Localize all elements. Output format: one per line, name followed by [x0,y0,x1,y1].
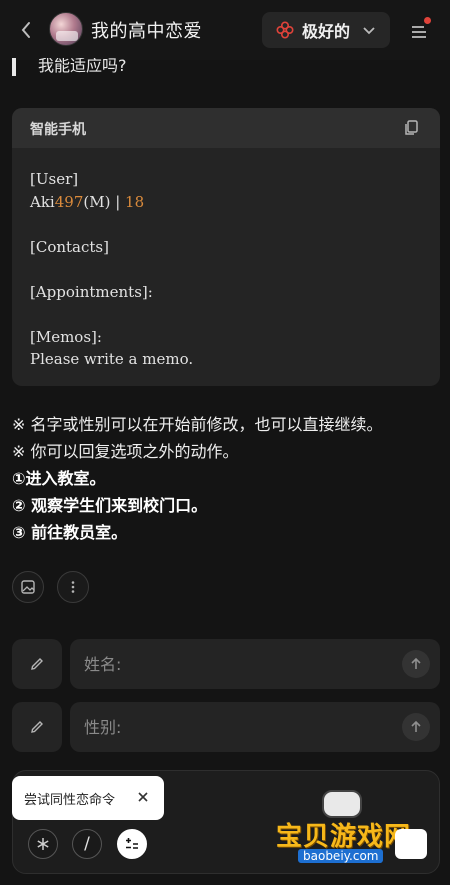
note-rename: ※ 名字或性别可以在开始前修改，也可以直接继续。 [12,415,383,434]
name-field [70,639,440,689]
plus-minus-icon [126,838,138,849]
send-gender-button[interactable] [402,713,430,741]
card-header: 智能手机 [12,108,440,148]
card-title: 智能手机 [30,122,86,138]
more-button[interactable] [57,571,89,603]
edit-gender-button[interactable] [12,702,62,752]
back-icon [21,22,30,38]
edit-name-button[interactable] [12,639,62,689]
send-message-button[interactable] [395,829,427,859]
back-button[interactable] [14,18,38,42]
top-bar: 我的高中恋爱 极好的 [0,0,450,60]
option-1: ①进入教室。 [12,469,106,488]
card-body: [User] Aki497(M) | 18 [Contacts] [Appoin… [12,148,440,386]
asterisk-icon [37,838,49,850]
menu-button[interactable] [405,17,433,44]
user-gender: (M) | [83,192,121,211]
send-name-button[interactable] [402,650,430,678]
copy-icon[interactable] [402,119,420,137]
flower-icon [276,21,294,39]
memo-text: Please write a memo. [30,350,194,368]
avatar[interactable] [49,12,83,46]
previous-message-fragment: 我能适应吗? [0,58,450,80]
close-icon[interactable] [136,790,150,804]
notification-dot [424,17,431,24]
note-free-action: ※ 你可以回复选项之外的动作。 [12,442,239,461]
chevron-down-icon [363,27,375,35]
user-id: 497 [54,192,84,211]
pencil-icon [31,658,43,670]
slash-command-button[interactable]: / [72,829,102,859]
watermark-url: baobeiy.com [298,849,384,863]
name-input[interactable] [70,639,390,689]
gender-field [70,702,440,752]
arrow-up-icon [411,657,421,669]
pencil-icon [31,721,43,733]
arrow-up-icon [411,720,421,732]
user-name: Aki [30,192,55,211]
smartphone-card: 智能手机 [User] Aki497(M) | 18 [Contacts] [A… [12,108,440,386]
quote-bar [12,58,16,76]
command-tooltip[interactable]: 尝试同性恋命令 [12,776,164,820]
assistant-message: ※ 名字或性别可以在开始前修改，也可以直接继续。 ※ 你可以回复选项之外的动作。… [12,411,442,546]
previous-message-text: 我能适应吗? [38,58,127,75]
image-button[interactable] [12,571,44,603]
tooltip-text: 尝试同性恋命令 [24,792,116,808]
mode-label: 极好的 [302,22,351,41]
slash-icon: / [84,834,90,854]
user-header: [User] [30,170,79,188]
chat-title: 我的高中恋爱 [91,21,202,42]
image-icon [21,580,35,594]
adjust-button[interactable] [117,829,147,859]
more-icon [71,581,75,593]
user-line: Aki497(M) | 18 [30,191,422,214]
contacts-header: [Contacts] [30,237,109,256]
mode-selector[interactable]: 极好的 [262,12,390,48]
gender-input[interactable] [70,702,390,752]
option-2: ② 观察学生们来到校门口。 [12,496,208,515]
user-age: 18 [125,192,145,211]
watermark-gamepad-logo [322,790,362,818]
appointments-header: [Appointments]: [30,282,153,301]
watermark-text: 宝贝游戏网 [276,822,412,852]
asterisk-button[interactable] [28,829,58,859]
option-3: ③ 前往教员室。 [12,523,128,542]
memos-header: [Memos]: [30,327,102,346]
